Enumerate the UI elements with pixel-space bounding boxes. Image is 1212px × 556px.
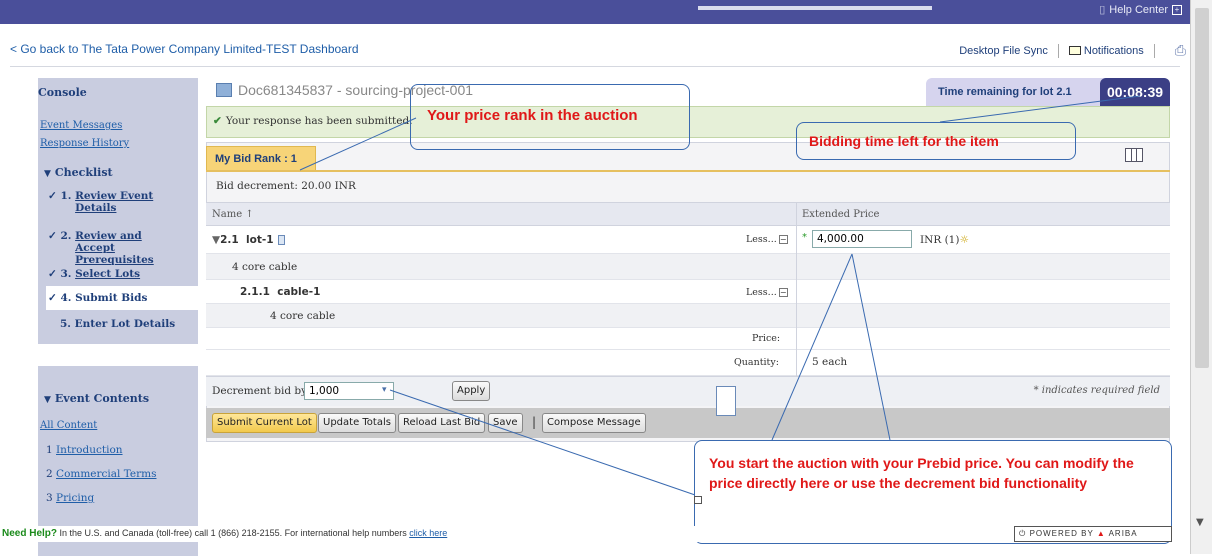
rank-connector-line [299, 117, 417, 171]
price-connector-line-right [851, 253, 891, 441]
help-footer: Need Help? In the U.S. and Canada (toll-… [0, 526, 1190, 542]
decrement-connector-line [389, 389, 699, 497]
annotation-prebid-text: You start the auction with your Prebid p… [709, 455, 1134, 491]
powered-by-ariba-logo: ⏻ POWERED BY ▲ ARIBA [1014, 526, 1172, 542]
annotation-price-rank: Your price rank in the auction [410, 84, 690, 150]
power-icon: ⏻ [1019, 529, 1027, 538]
ariba-brand-text: ARIBA [1108, 529, 1138, 538]
price-connector-line-left [771, 253, 853, 441]
ariba-triangle-icon: ▲ [1096, 529, 1106, 538]
powered-by-text: POWERED BY [1029, 529, 1094, 538]
annotation-bidding-time: Bidding time left for the item [796, 122, 1076, 160]
annotation-price-rank-text: Your price rank in the auction [427, 107, 638, 124]
annotation-handle[interactable] [694, 496, 702, 504]
need-help-label: Need Help? [2, 528, 58, 539]
time-connector-line [939, 95, 1141, 123]
annotation-bidding-time-text: Bidding time left for the item [809, 133, 999, 149]
international-help-link[interactable]: click here [409, 528, 447, 538]
help-phone-text: In the U.S. and Canada (toll-free) call … [57, 528, 410, 538]
